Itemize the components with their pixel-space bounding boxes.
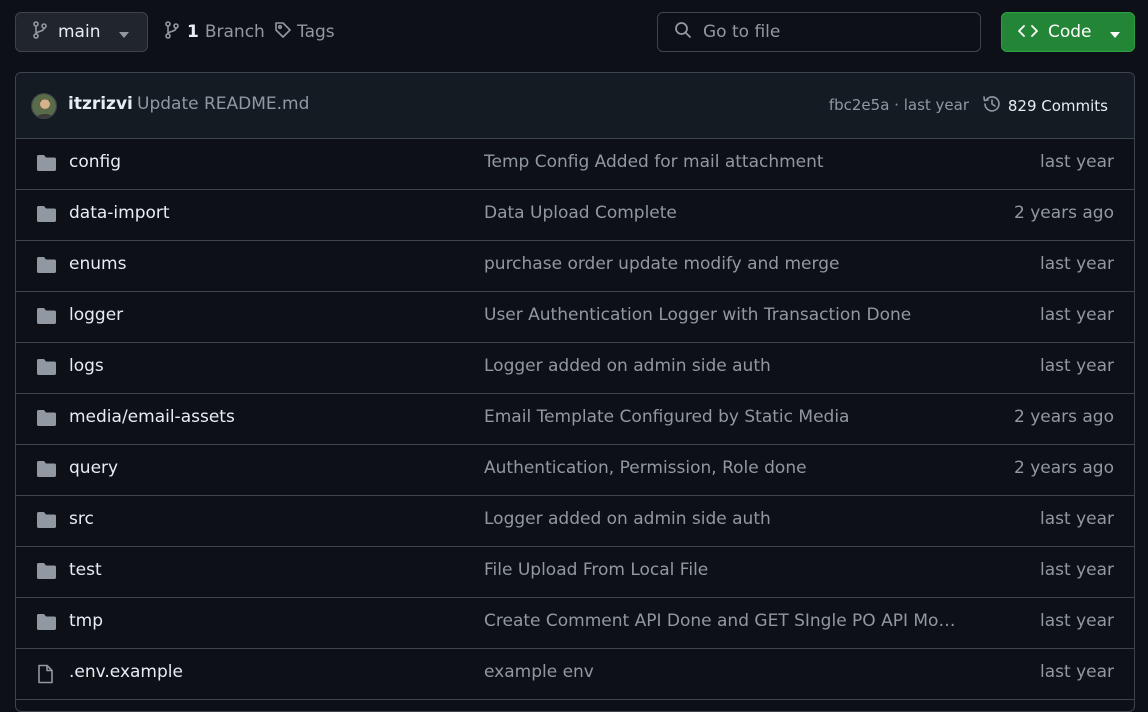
git-branch-icon <box>164 21 180 43</box>
branches-link[interactable]: 1 Branch <box>164 19 265 45</box>
commits-count: 829 Commits <box>1007 97 1108 115</box>
search-icon <box>674 21 692 43</box>
file-list: itzrizvi Update README.md fbc2e5a · last… <box>15 72 1135 712</box>
table-row[interactable]: config Temp Config Added for mail attachm… <box>16 139 1134 190</box>
table-row[interactable]: test File Upload From Local File last year <box>16 547 1134 598</box>
folder-icon <box>36 562 57 584</box>
commit-message-link[interactable]: Logger added on admin side auth <box>484 356 771 376</box>
commit-message-link[interactable]: User Authentication Logger with Transact… <box>484 305 911 325</box>
commit-message-link[interactable]: Logger added on admin side auth <box>484 509 771 529</box>
branch-label: main <box>58 22 101 42</box>
file-name-link[interactable]: query <box>69 458 118 478</box>
folder-icon <box>36 256 57 278</box>
commit-message-link[interactable]: Create Comment API Done and GET SIngle P… <box>484 611 956 631</box>
commits-link[interactable]: 829 Commits <box>982 94 1108 118</box>
commit-message[interactable]: Update README.md <box>137 94 309 114</box>
search-input[interactable] <box>703 22 963 42</box>
file-name-link[interactable]: logs <box>69 356 104 376</box>
commit-time: 2 years ago <box>1013 458 1114 478</box>
commit-time: last year <box>1040 305 1114 325</box>
code-icon <box>1017 23 1039 42</box>
table-row[interactable]: logger User Authentication Logger with Tr… <box>16 292 1134 343</box>
folder-icon <box>36 205 57 227</box>
table-row[interactable]: query Authentication, Permission, Role do… <box>16 445 1134 496</box>
commit-message-link[interactable]: File Upload From Local File <box>484 560 708 580</box>
code-button-label: Code <box>1048 22 1092 42</box>
file-name-link[interactable]: enums <box>69 254 126 274</box>
folder-icon <box>36 409 57 431</box>
file-name-link[interactable]: test <box>69 560 102 580</box>
commit-time: last year <box>1040 509 1114 529</box>
go-to-file-search[interactable] <box>657 12 981 52</box>
commit-message-link[interactable]: purchase order update modify and merge <box>484 254 839 274</box>
file-name-link[interactable]: config <box>69 152 121 172</box>
commit-time: 2 years ago <box>1013 203 1114 223</box>
branch-text: Branch <box>204 22 265 42</box>
commit-time: last year <box>1040 356 1114 376</box>
table-row[interactable]: logs Logger added on admin side auth last … <box>16 343 1134 394</box>
file-name-link[interactable]: data-import <box>69 203 170 223</box>
file-name-link[interactable]: media/email-assets <box>69 407 235 427</box>
file-name-link[interactable]: .env.example <box>69 662 183 682</box>
tags-label: Tags <box>297 22 335 42</box>
table-row[interactable]: src Logger added on admin side auth last y… <box>16 496 1134 547</box>
commit-time: last year <box>1040 254 1114 274</box>
commit-time: 2 years ago <box>1013 407 1114 427</box>
tags-link[interactable]: Tags <box>274 19 335 45</box>
file-rows: config Temp Config Added for mail attachm… <box>16 139 1134 700</box>
folder-icon <box>36 307 57 329</box>
commit-time: last year <box>1040 560 1114 580</box>
file-name-link[interactable]: logger <box>69 305 123 325</box>
file-icon <box>36 664 54 688</box>
commit-time: last year <box>1040 611 1114 631</box>
table-row[interactable]: data-import Data Upload Complete 2 years a… <box>16 190 1134 241</box>
triangle-down-icon <box>1110 23 1120 42</box>
latest-commit-bar: itzrizvi Update README.md fbc2e5a · last… <box>16 73 1134 139</box>
folder-icon <box>36 460 57 482</box>
code-button[interactable]: Code <box>1001 12 1135 52</box>
folder-icon <box>36 358 57 380</box>
file-name-link[interactable]: src <box>69 509 94 529</box>
branch-count: 1 <box>187 22 199 42</box>
commit-message-link[interactable]: Data Upload Complete <box>484 203 677 223</box>
folder-icon <box>36 613 57 635</box>
commit-message-link[interactable]: Authentication, Permission, Role done <box>484 458 807 478</box>
table-row[interactable]: .env.example example env last year <box>16 649 1134 700</box>
commit-meta[interactable]: fbc2e5a · last year <box>829 96 969 114</box>
table-row[interactable]: enums purchase order update modify and me… <box>16 241 1134 292</box>
table-row[interactable]: tmp Create Comment API Done and GET SIngl… <box>16 598 1134 649</box>
branch-select-button[interactable]: main <box>15 12 148 52</box>
repo-toolbar: main 1 Branch Tags Go to file Code <box>0 0 1148 64</box>
triangle-down-icon <box>119 23 129 42</box>
tag-icon <box>274 21 292 43</box>
file-name-link[interactable]: tmp <box>69 611 103 631</box>
git-branch-icon <box>32 21 48 43</box>
folder-icon <box>36 154 57 176</box>
table-row[interactable]: media/email-assets Email Template Configu… <box>16 394 1134 445</box>
commit-message-link[interactable]: Temp Config Added for mail attachment <box>484 152 824 172</box>
commit-message-link[interactable]: Email Template Configured by Static Medi… <box>484 407 849 427</box>
commit-time: last year <box>1040 662 1114 682</box>
folder-icon <box>36 511 57 533</box>
commit-message-link[interactable]: example env <box>484 662 594 682</box>
commit-time: last year <box>1040 152 1114 172</box>
history-icon <box>982 94 1002 118</box>
avatar[interactable] <box>31 93 57 119</box>
commit-author[interactable]: itzrizvi <box>68 94 133 114</box>
